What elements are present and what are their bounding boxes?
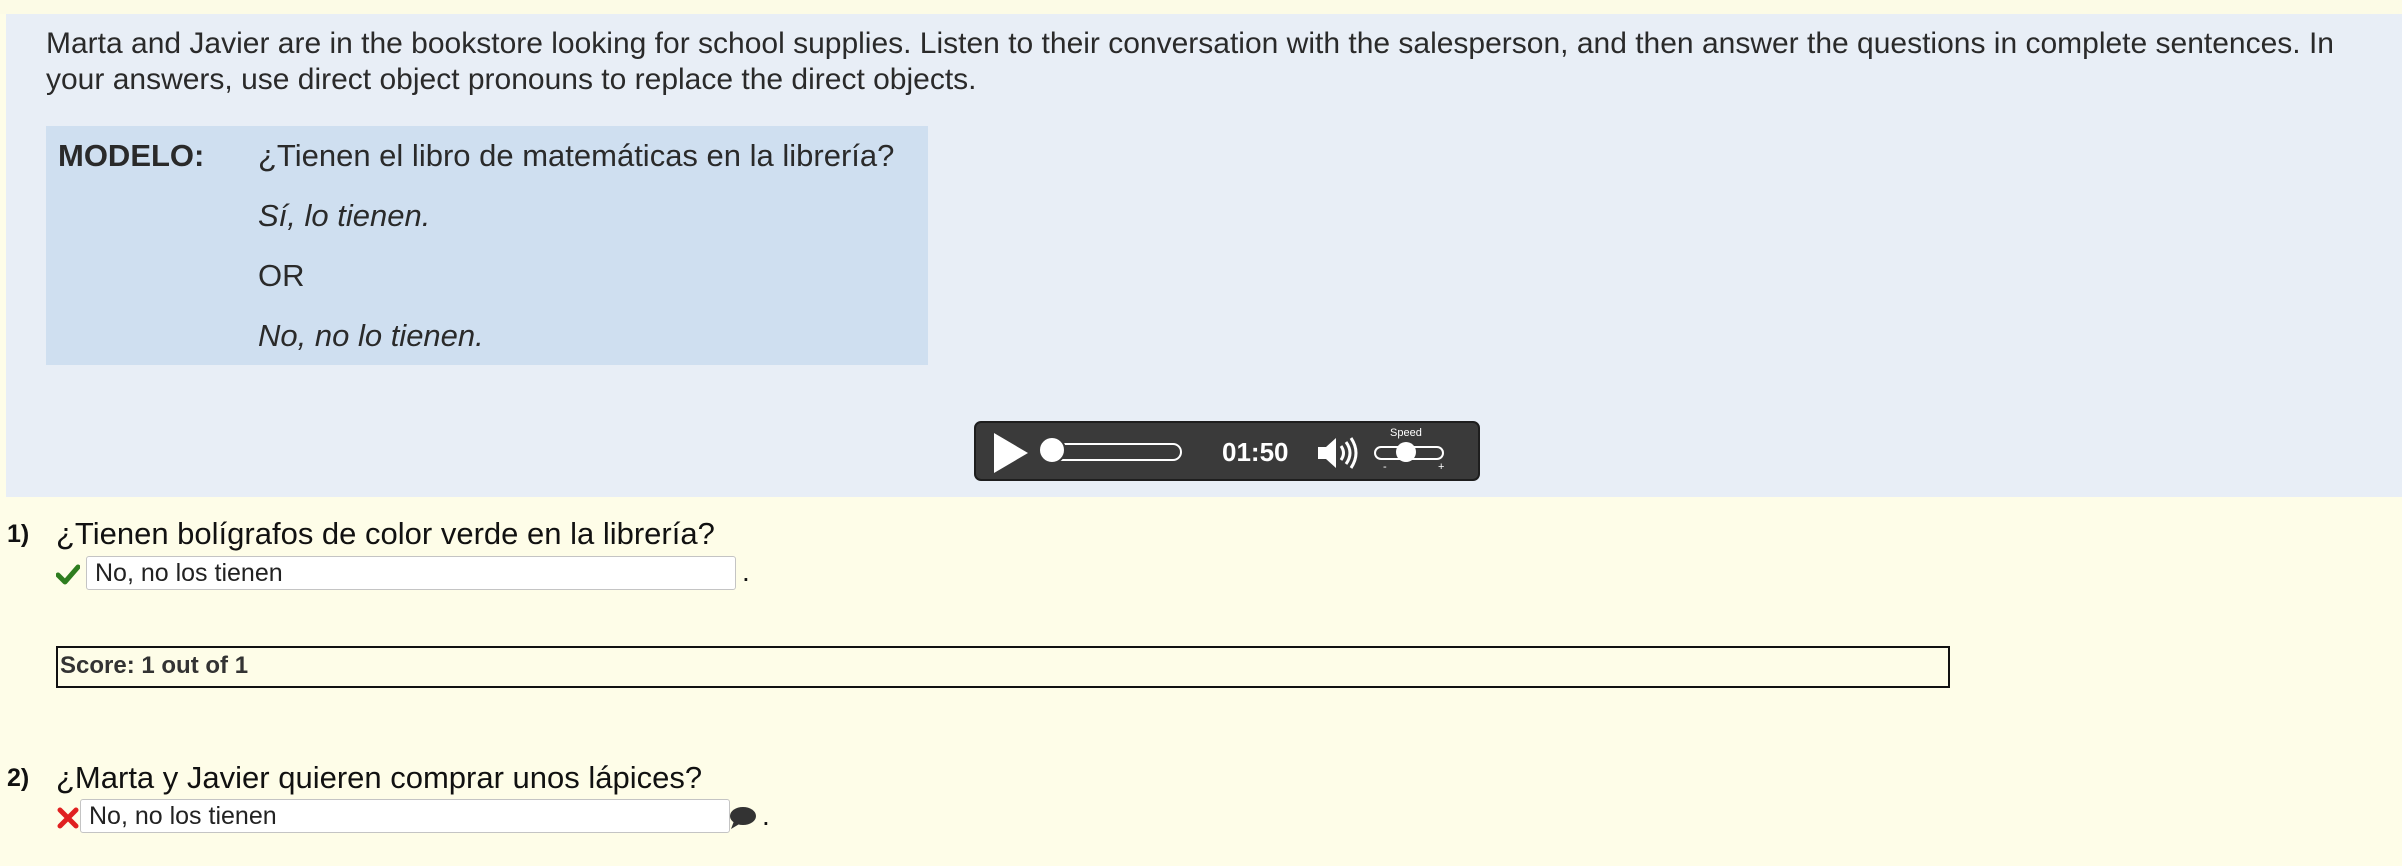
progress-knob[interactable] [1038,436,1066,464]
question-number: 2) [7,764,30,792]
play-icon[interactable] [994,433,1028,473]
model-answer-yes: Sí, lo tienen. [258,198,431,233]
volume-icon[interactable] [1314,433,1362,473]
speed-label: Speed [1390,427,1422,439]
answer-input[interactable] [86,556,736,590]
model-label: MODELO: [58,138,205,173]
question-number: 1) [7,520,30,548]
model-or: OR [258,258,305,293]
score-text: Score: 1 out of 1 [60,652,248,680]
instructions-panel: Marta and Javier are in the bookstore lo… [6,14,2402,497]
check-icon [56,564,80,585]
comment-icon[interactable] [728,806,758,830]
answer-period: . [742,556,750,587]
question-text: ¿Tienen bolígrafos de color verde en la … [56,516,715,551]
score-value: 1 out of 1 [141,652,249,679]
instructions-text: Marta and Javier are in the bookstore lo… [46,27,2334,96]
answer-period: . [762,800,770,831]
top-strip [0,0,2402,14]
audio-player: 01:50 Speed - + [974,421,1480,481]
speed-knob[interactable] [1396,442,1416,462]
score-label: Score: [60,652,135,679]
speed-plus: + [1438,461,1445,473]
score-box: Score: 1 out of 1 [56,646,1950,688]
model-answer-no: No, no lo tienen. [258,318,484,353]
time-display: 01:50 [1222,437,1289,467]
answer-input[interactable] [80,799,730,833]
speed-minus: - [1383,461,1387,473]
model-question: ¿Tienen el libro de matemáticas en la li… [258,138,895,173]
question-text: ¿Marta y Javier quieren comprar unos láp… [56,760,703,795]
x-icon [57,807,79,829]
